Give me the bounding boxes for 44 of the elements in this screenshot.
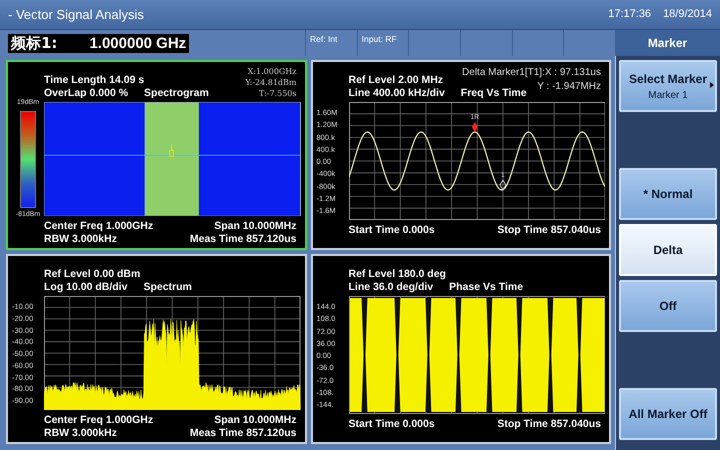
footer-text: Start Time 0.000s (348, 224, 435, 237)
header-text: Line 36.0 deg/div (348, 281, 434, 294)
footer-text: RBW 3.000kHz (44, 233, 118, 246)
chart-title: Spectrum (143, 281, 192, 294)
marker-frequency-display: 频标1: 1.000000 GHz (8, 34, 190, 52)
header-text: Ref Level 0.00 dBm (44, 268, 140, 281)
header-text: Line 400.00 kHz/div (348, 87, 445, 100)
marker-icon (169, 144, 174, 157)
softkey-button[interactable]: * Normal (619, 168, 717, 220)
chart-title: Phase Vs Time (449, 281, 524, 294)
footer-text: RBW 3.000kHz (44, 427, 118, 440)
footer-text: Meas Time 857.120us (190, 233, 296, 246)
footer-text: Center Freq 1.000GHz (44, 414, 154, 428)
footer-text: Stop Time 857.040us (497, 224, 601, 237)
marker-readout: Y:-24.81dBm (245, 77, 296, 88)
window-title: - Vector Signal Analysis (8, 6, 144, 24)
softkey-button[interactable]: Select Marker Marker 1 (619, 60, 717, 112)
date-text: 18/9/2014 (663, 7, 712, 22)
softkey-menu-title: Marker (648, 35, 688, 52)
chart-title: Freq Vs Time (460, 87, 527, 100)
marker-readout: X:1.000GHz (248, 66, 296, 77)
status-text: Input: RF (362, 34, 397, 44)
softkey-button[interactable]: Delta (619, 224, 717, 276)
header-text: Log 10.00 dB/div (44, 281, 128, 294)
footer-text: Center Freq 1.000GHz (44, 220, 154, 234)
marker-readout: Delta Marker1[T1]:X : 97.131us (462, 66, 601, 80)
header-text: OverLap 0.000 % (44, 87, 128, 100)
footer-text: Span 10.000MHz (214, 220, 296, 234)
marker-icon (471, 122, 478, 132)
footer-text: Start Time 0.000s (348, 418, 435, 431)
softkey-button[interactable]: Off (619, 280, 717, 332)
status-text: Ref: Int (310, 34, 338, 44)
footer-text: Meas Time 857.120us (190, 427, 296, 440)
clock-time: 17:17:36 (608, 7, 652, 22)
marker-icon (499, 179, 506, 191)
softkey-button[interactable]: All Marker Off (619, 388, 717, 440)
footer-text: Stop Time 857.040us (497, 418, 601, 431)
header-text: Time Length 14.09 s (44, 74, 144, 87)
marker-readout: Y : -1.947MHz (537, 80, 601, 94)
chart-title: Spectrogram (144, 87, 209, 100)
marker-readout: T:-7.550s (259, 88, 296, 99)
footer-text: Span 10.000MHz (214, 414, 296, 428)
header-text: Ref Level 180.0 deg (348, 268, 446, 281)
header-text: Ref Level 2.00 MHz (348, 74, 444, 87)
